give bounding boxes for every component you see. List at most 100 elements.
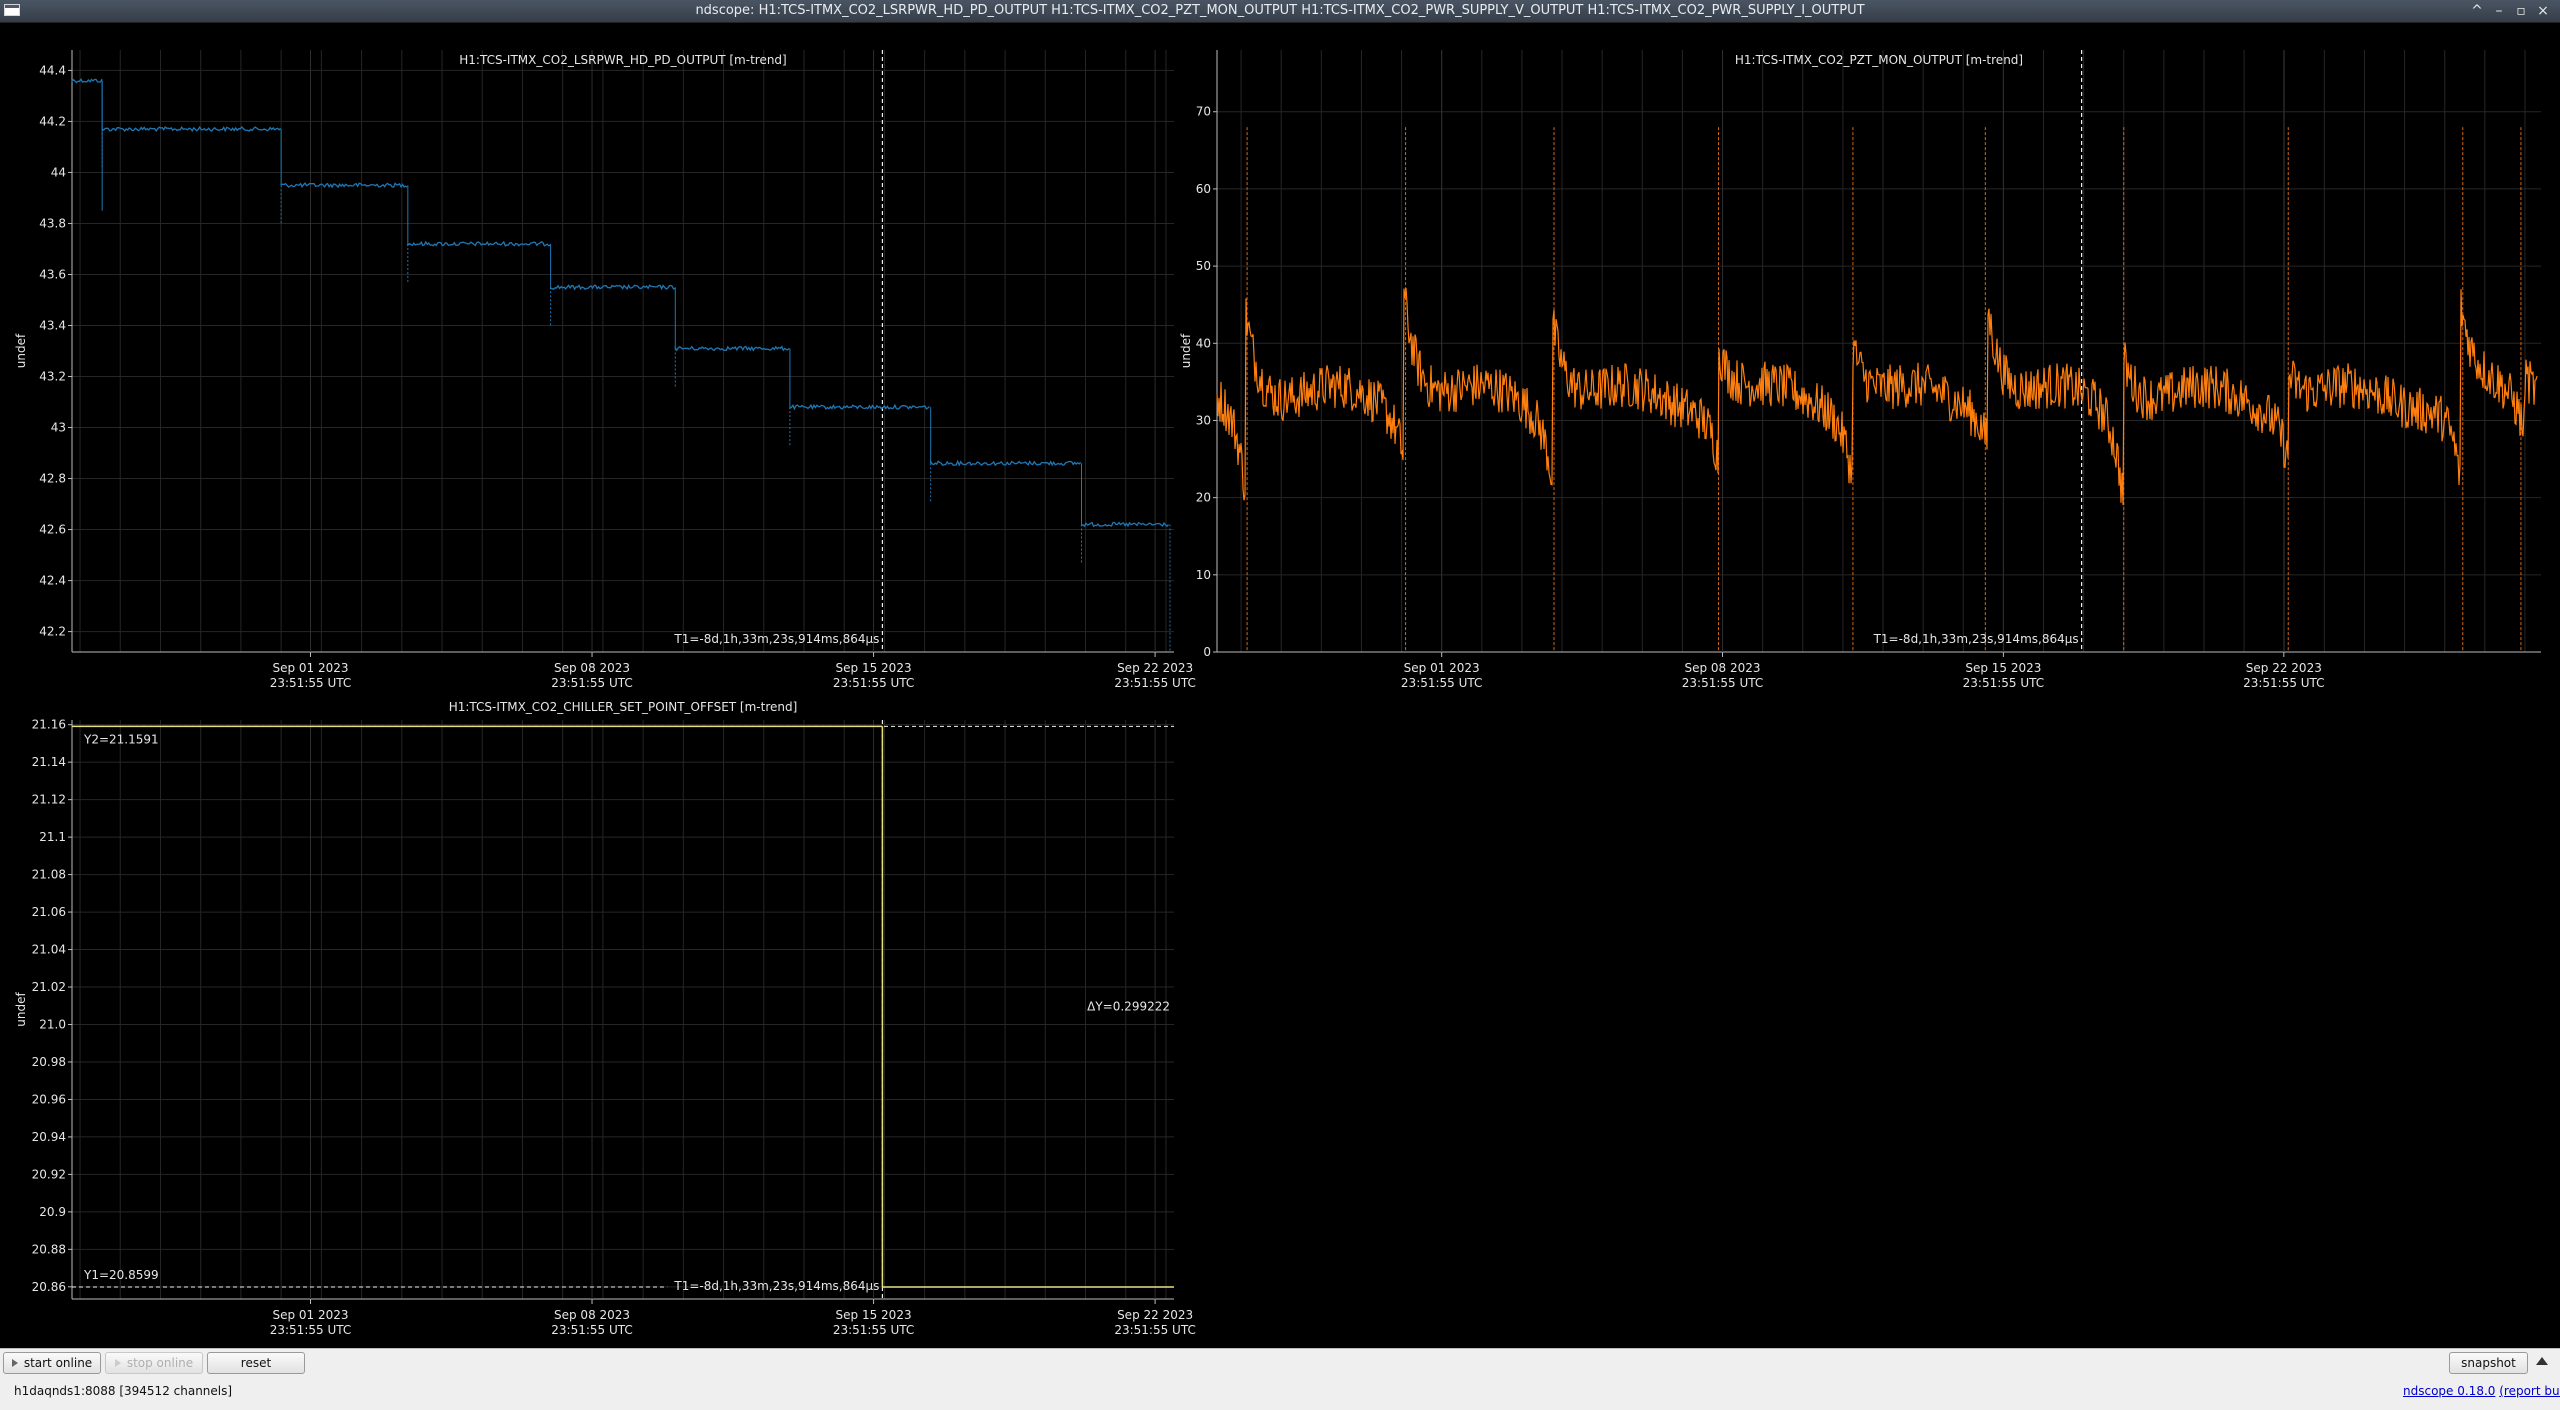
x-tick-date: Sep 22 2023 [1117,661,1193,675]
x-tick-time: 23:51:55 UTC [833,676,915,690]
y-tick-label: 21.04 [32,943,66,957]
y-tick-label: 44 [51,165,66,179]
server-status: h1daqnds1:8088 [394512 channels] [14,1384,233,1398]
y-tick-label: 20.94 [32,1130,66,1144]
y-tick-label: 42.6 [39,523,66,537]
version-status: ndscope 0.18.0 (report bug) [2403,1384,2560,1398]
maximize-button[interactable]: ▫ [2512,2,2530,20]
snapshot-label: snapshot [2461,1356,2516,1370]
time-cursor-label: T1=-8d,1h,33m,23s,914ms,864µs [1873,632,2079,646]
x-tick-time: 23:51:55 UTC [551,1323,633,1337]
y-tick-label: 21.06 [32,905,66,919]
y-tick-label: 20.98 [32,1055,66,1069]
play-icon [11,1359,18,1367]
plot-panel-2: undef [1179,50,2541,657]
x-tick-time: 23:51:55 UTC [2243,676,2325,690]
trace-pzt-mon [1216,287,2538,505]
x-tick-date: Sep 22 2023 [2246,661,2322,675]
start-online-label: start online [23,1356,93,1370]
x-tick-time: 23:51:55 UTC [270,1323,352,1337]
trace-step-3 [407,240,551,247]
bottom-toolbar: start online stop online reset snapshot … [0,1348,2560,1410]
y-tick-label: 21.12 [32,793,66,807]
time-cursor-label: T1=-8d,1h,33m,23s,914ms,864µs [673,632,879,646]
y-tick-label: 43.8 [39,216,66,230]
y-tick-label: 21.16 [32,718,66,732]
version-link[interactable]: ndscope 0.18.0 [2403,1384,2495,1398]
reset-button[interactable]: reset [207,1352,305,1374]
delta-y-label: ΔY=0.299222 [1087,1000,1170,1014]
y-tick-label: 20 [1196,491,1211,505]
x-tick-time: 23:51:55 UTC [551,676,633,690]
y-tick-label: 21.02 [32,980,66,994]
close-button[interactable]: × [2534,2,2552,20]
y-tick-label: 42.2 [39,625,66,639]
y-tick-label: 21.0 [39,1017,66,1031]
start-online-button[interactable]: start online [3,1352,101,1374]
x-tick-date: Sep 22 2023 [1117,1308,1193,1322]
plot-title: H1:TCS-ITMX_CO2_CHILLER_SET_POINT_OFFSET… [449,700,798,714]
window-titlebar: ndscope: H1:TCS-ITMX_CO2_LSRPWR_HD_PD_OU… [0,0,2560,23]
stop-icon [114,1359,121,1367]
y-tick-label: 44.2 [39,114,66,128]
plots-canvas[interactable]: undef H1:TCS-ITMX_CO2_LSRPWR_HD_PD_OUTPUT… [0,23,2560,1348]
y-tick-label: 20.9 [39,1205,66,1219]
expand-control-panel-icon[interactable] [2536,1357,2548,1365]
x-tick-date: Sep 01 2023 [272,661,348,675]
x-tick-time: 23:51:55 UTC [1114,1323,1196,1337]
y-tick-label: 42.8 [39,472,66,486]
y-axis-label: undef [14,992,28,1027]
y-tick-label: 30 [1196,413,1211,427]
x-tick-time: 23:51:55 UTC [1401,676,1483,690]
trace-step-0 [71,78,103,84]
y-tick-label: 50 [1196,259,1211,273]
y-tick-label: 10 [1196,568,1211,582]
y-tick-label: 43.4 [39,318,66,332]
y-tick-label: 60 [1196,182,1211,196]
y-tick-label: 40 [1196,336,1211,350]
y1-label: Y1=20.8599 [83,1268,159,1282]
minimize-button[interactable]: – [2490,2,2508,20]
x-tick-date: Sep 08 2023 [554,661,630,675]
report-bug-link[interactable]: (report bug) [2499,1384,2560,1398]
y-axis-label: undef [1179,333,1193,368]
y-tick-label: 43.6 [39,267,66,281]
reset-label: reset [240,1356,272,1370]
plot-area[interactable]: undef H1:TCS-ITMX_CO2_LSRPWR_HD_PD_OUTPUT… [0,23,2560,1348]
x-tick-time: 23:51:55 UTC [1963,676,2045,690]
y2-label: Y2=21.1591 [83,732,159,746]
y-tick-label: 43 [51,421,66,435]
x-tick-date: Sep 01 2023 [1404,661,1480,675]
trace-step-6 [789,403,930,411]
stop-online-label: stop online [126,1356,194,1370]
plot-panel-1: undef [14,50,1174,657]
x-tick-time: 23:51:55 UTC [833,1323,915,1337]
x-tick-time: 23:51:55 UTC [1682,676,1764,690]
y-tick-label: 21.1 [39,830,66,844]
y-tick-label: 44.4 [39,63,66,77]
x-tick-date: Sep 15 2023 [1965,661,2041,675]
x-tick-date: Sep 15 2023 [836,661,912,675]
y-tick-label: 0 [1203,645,1211,659]
stop-online-button: stop online [105,1352,203,1374]
keep-above-button[interactable]: ^ [2468,2,2486,20]
snapshot-button[interactable]: snapshot [2449,1352,2528,1374]
y-tick-label: 21.14 [32,755,66,769]
y-tick-label: 20.96 [32,1092,66,1106]
x-tick-date: Sep 08 2023 [1684,661,1760,675]
y-tick-label: 70 [1196,105,1211,119]
trace-step-4 [549,283,676,291]
trace-step-7 [930,459,1082,467]
window-title: ndscope: H1:TCS-ITMX_CO2_LSRPWR_HD_PD_OU… [695,3,1865,18]
x-tick-date: Sep 15 2023 [836,1308,912,1322]
y-tick-label: 20.86 [32,1280,66,1294]
y-tick-label: 21.08 [32,868,66,882]
x-tick-date: Sep 01 2023 [272,1308,348,1322]
y-tick-label: 20.88 [32,1242,66,1256]
y-tick-label: 43.2 [39,370,66,384]
x-tick-time: 23:51:55 UTC [270,676,352,690]
y-tick-label: 20.92 [32,1167,66,1181]
time-cursor-label: T1=-8d,1h,33m,23s,914ms,864µs [673,1279,879,1293]
trace-step-2 [280,182,408,189]
plot-title: H1:TCS-ITMX_CO2_LSRPWR_HD_PD_OUTPUT [m-t… [459,53,786,67]
